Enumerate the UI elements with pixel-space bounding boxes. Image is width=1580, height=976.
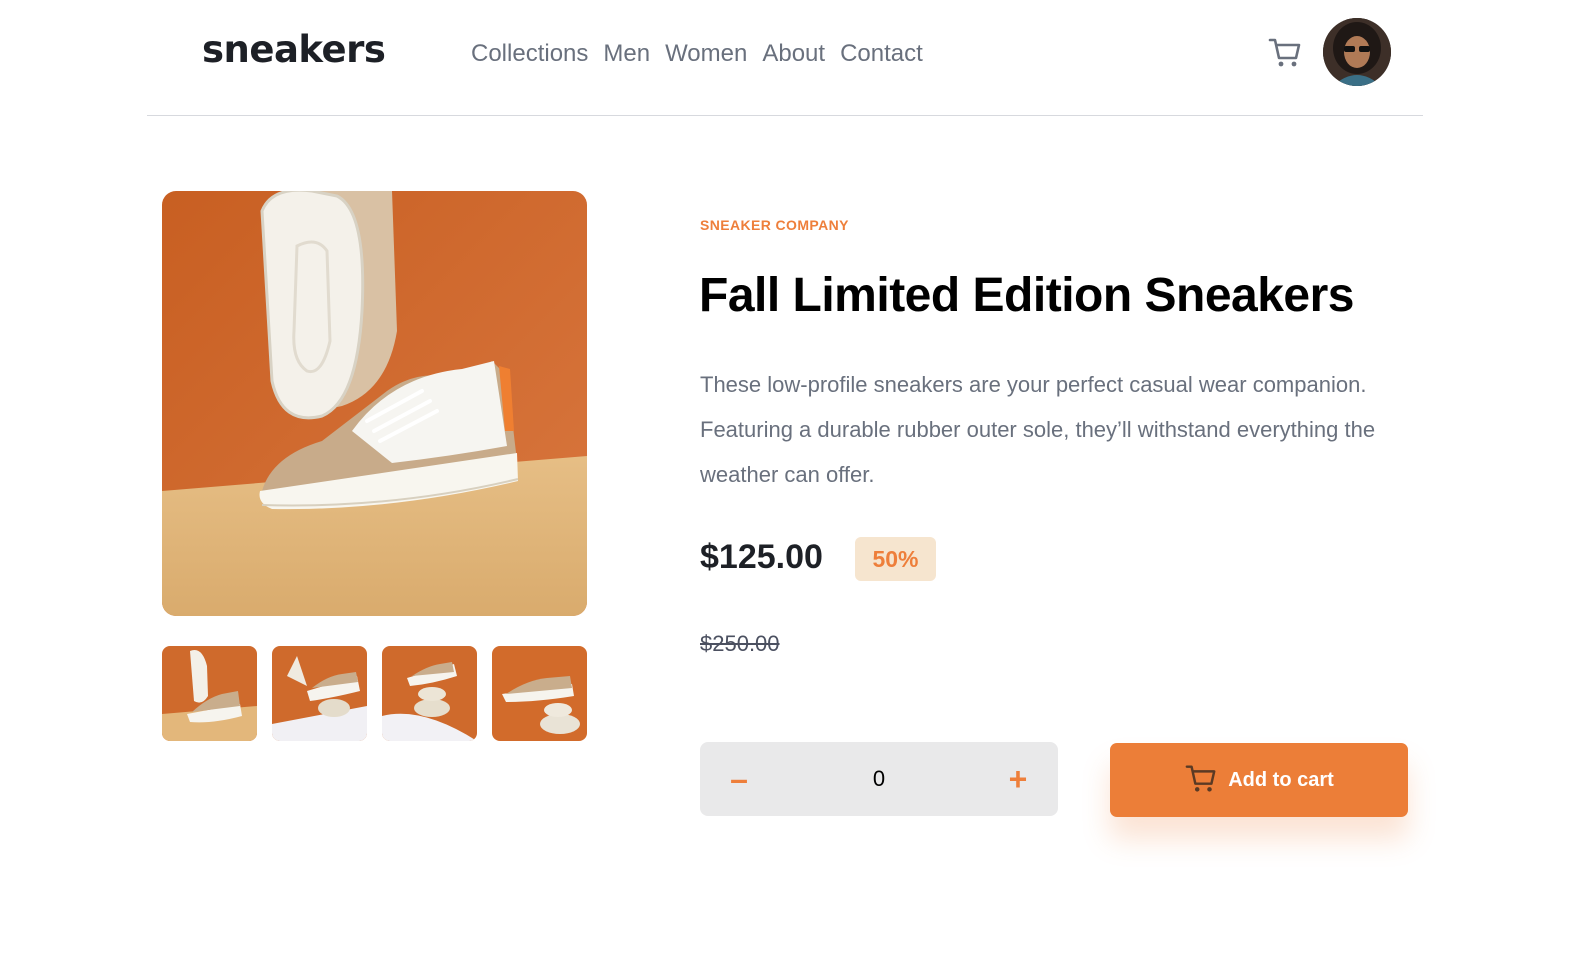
company-label: SNEAKER COMPANY xyxy=(700,217,849,233)
quantity-stepper: – 0 + xyxy=(700,742,1058,816)
current-price: $125.00 xyxy=(700,538,823,576)
thumbnail-3[interactable] xyxy=(382,646,477,741)
thumbnail-4[interactable] xyxy=(492,646,587,741)
thumbnail-2[interactable] xyxy=(272,646,367,741)
cart-icon xyxy=(1184,761,1218,800)
product-main-image[interactable] xyxy=(162,191,587,616)
product-description: These low-profile sneakers are your perf… xyxy=(700,372,1376,487)
main-nav: Collections Men Women About Contact xyxy=(471,40,923,68)
original-price: $250.00 xyxy=(700,631,780,656)
discount-badge: 50% xyxy=(855,537,936,581)
nav-link-collections[interactable]: Collections xyxy=(471,40,588,68)
user-avatar[interactable] xyxy=(1323,18,1391,86)
nav-link-about[interactable]: About xyxy=(762,40,825,68)
nav-link-men[interactable]: Men xyxy=(603,40,650,68)
logo[interactable]: sneakers xyxy=(202,28,386,71)
cart-icon[interactable] xyxy=(1267,34,1303,70)
quantity-value: 0 xyxy=(872,766,886,791)
nav-link-women[interactable]: Women xyxy=(665,40,747,68)
decrease-quantity-button[interactable]: – xyxy=(704,742,774,816)
nav-link-contact[interactable]: Contact xyxy=(840,40,923,68)
add-to-cart-button[interactable]: Add to cart xyxy=(1110,743,1408,817)
product-title: Fall Limited Edition Sneakers xyxy=(699,269,1355,322)
add-to-cart-label: Add to cart xyxy=(1228,768,1334,791)
site-header: sneakers Collections Men Women About Con… xyxy=(147,0,1423,116)
thumbnail-strip xyxy=(162,646,587,741)
increase-quantity-button[interactable]: + xyxy=(983,742,1053,816)
thumbnail-1[interactable] xyxy=(162,646,257,741)
